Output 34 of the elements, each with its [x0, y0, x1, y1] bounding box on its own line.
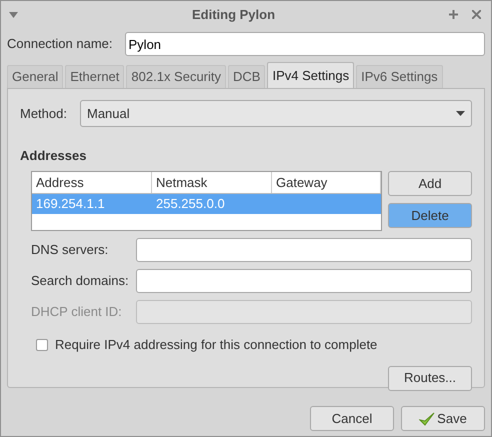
table-action-button[interactable]: Delete — [388, 203, 472, 228]
field-label: Search domains: — [31, 272, 130, 290]
table-cell-text: 169.254.1.1 — [36, 195, 105, 214]
field-label: DNS servers: — [31, 241, 110, 260]
column-header[interactable]: Address — [32, 172, 152, 193]
table-cell-text: 255.255.0.0 — [156, 195, 225, 214]
checkbox[interactable] — [36, 338, 48, 351]
method-dropdown[interactable]: Manual — [80, 100, 472, 127]
routes-button[interactable]: Routes... — [388, 366, 472, 390]
tab[interactable]: 802.1x Security — [126, 65, 226, 88]
caret-icon — [456, 111, 465, 116]
close-icon[interactable] — [472, 10, 481, 19]
checkbox-label: Require IPv4 addressing for this connection to complete — [55, 336, 378, 354]
tab[interactable]: DCB — [228, 65, 266, 88]
column-header[interactable]: Netmask — [152, 172, 272, 193]
section-heading: Addresses — [20, 147, 88, 163]
column-header[interactable]: Gateway — [272, 172, 382, 193]
field-label: DHCP client ID: — [31, 303, 123, 322]
save-button[interactable]: Save — [401, 406, 485, 431]
window-title: Editing Pylon — [190, 6, 276, 24]
table-action-button[interactable]: Add — [388, 171, 472, 196]
field-label: Connection name: — [7, 35, 113, 54]
tab[interactable]: General — [7, 65, 64, 88]
field-label: Method: — [20, 104, 67, 123]
connection-name-field[interactable]: Pylon — [124, 32, 485, 56]
tab[interactable]: IPv4 Settings — [267, 62, 354, 88]
text-field[interactable] — [136, 238, 472, 262]
cancel-button[interactable]: Cancel — [310, 406, 394, 431]
text-field[interactable] — [136, 269, 472, 293]
tab[interactable]: IPv6 Settings — [356, 65, 443, 88]
checkmark-icon — [419, 410, 436, 426]
maximize-icon[interactable] — [449, 10, 458, 19]
caret-icon[interactable] — [9, 12, 18, 18]
tab[interactable]: Ethernet — [65, 65, 124, 88]
